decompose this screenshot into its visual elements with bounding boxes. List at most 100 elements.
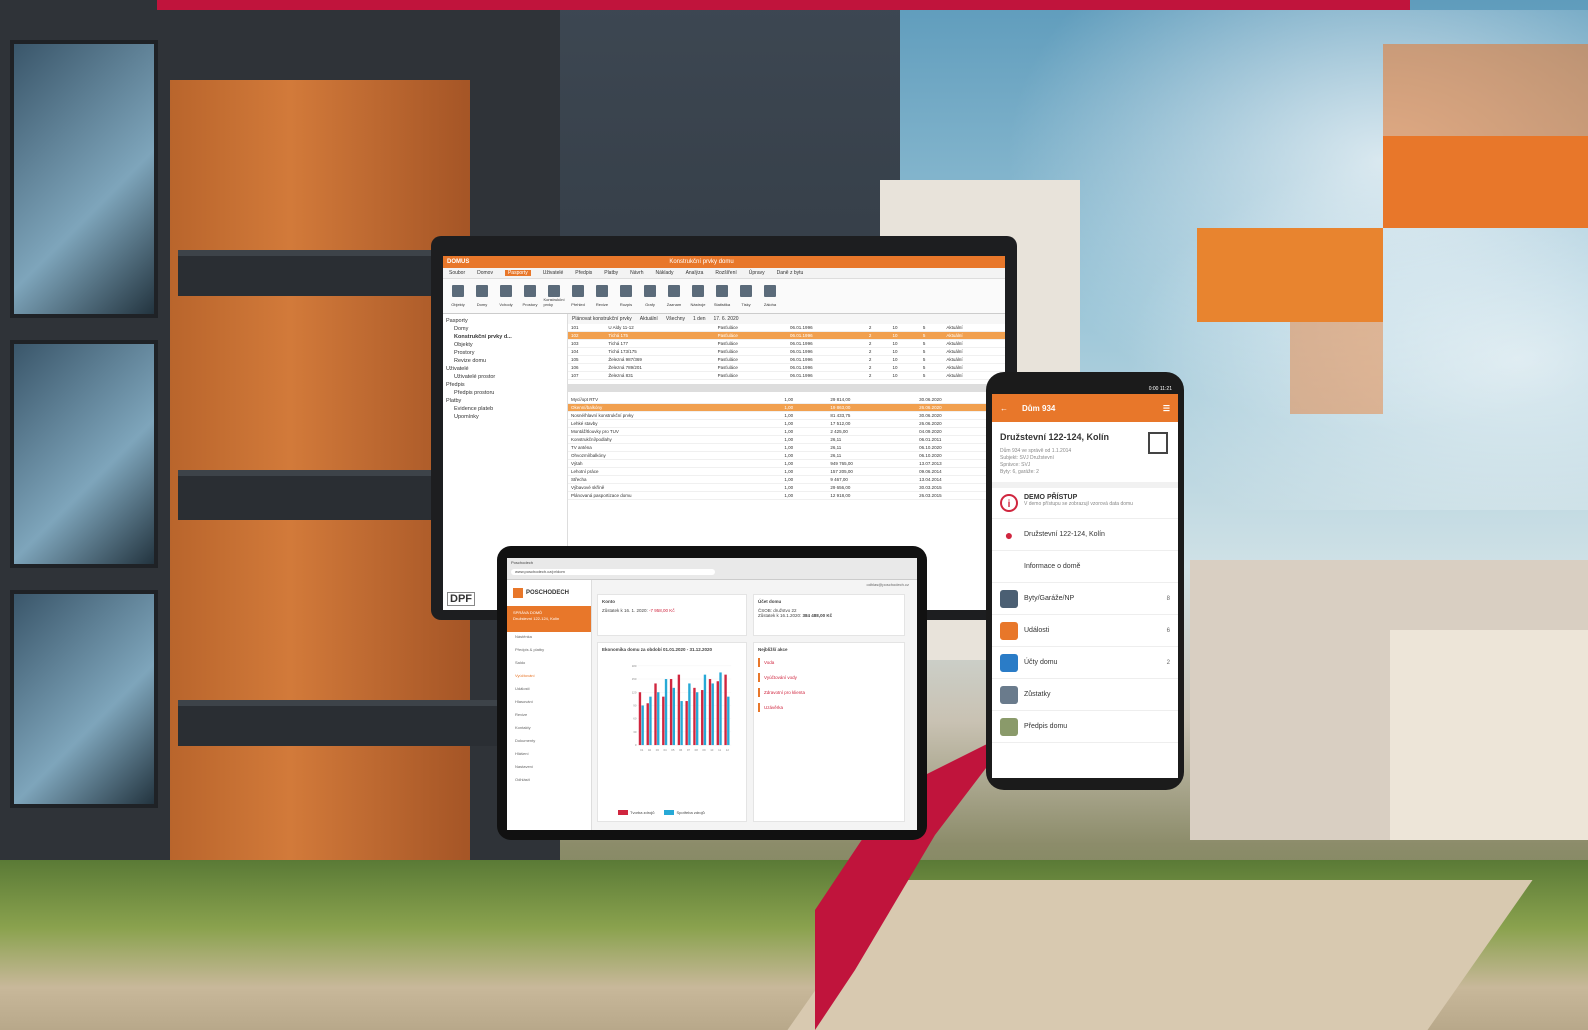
table-row[interactable]: 101 U Aldy 11-12 Pasťuláce 06.01.1996 2 10 5 Ak…: [568, 324, 1005, 332]
location-row[interactable]: ● Družstevní 122-124, Kolín: [992, 519, 1178, 551]
sidebar-item[interactable]: Prostory: [446, 349, 564, 357]
menu-item[interactable]: Pasporty: [504, 270, 531, 276]
bar[interactable]: [669, 679, 673, 746]
bar[interactable]: [685, 701, 688, 746]
table-row[interactable]: Nosné/hlavní konstrukční prvky 1,00 81 433…: [568, 411, 1005, 420]
table-row[interactable]: Montáž/tlouvky pro TUV 1,00 2 425,00 04.09.…: [568, 427, 1005, 436]
menu-item[interactable]: Soubor: [449, 270, 465, 276]
ribbon-button[interactable]: Zaznam: [665, 285, 683, 307]
event-item[interactable]: Voda: [758, 658, 900, 667]
nav-item[interactable]: Nastavení: [507, 762, 591, 775]
nav-item[interactable]: Saldo: [507, 658, 591, 671]
table-row[interactable]: 107 Železná 831 Pasťuláce 06.01.1996 2 10 5 Akt…: [568, 371, 1005, 380]
table-row[interactable]: 104 Tichá 173/175 Pasťuláce 06.01.1996 2 10 5 A…: [568, 347, 1005, 356]
house-menu-item[interactable]: Zůstatky: [992, 679, 1178, 711]
table-row[interactable]: 102 Tichá 175 Pasťuláce 06.01.1996 2 10 5 Aktuá…: [568, 331, 1005, 340]
nav-item[interactable]: Události: [507, 684, 591, 697]
ribbon-button[interactable]: Prostory: [521, 285, 539, 307]
house-menu-item[interactable]: Účty domu 2: [992, 647, 1178, 679]
ribbon-button[interactable]: Vchody: [497, 285, 515, 307]
table-row[interactable]: 105 Železná 987/369 Pasťuláce 06.01.1996 2 10…: [568, 355, 1005, 364]
table-row[interactable]: Střecha 1,00 9 467,00 13.04.2014: [568, 475, 1005, 484]
sidebar-item[interactable]: Pasporty: [446, 317, 564, 325]
sidebar-item[interactable]: Domy: [446, 325, 564, 333]
house-menu-item[interactable]: Události 6: [992, 615, 1178, 647]
table-row[interactable]: Mycí/opt RTV 1,00 29 814,00 30.06.2020: [568, 396, 1005, 404]
filter-option[interactable]: Aktuální: [640, 316, 658, 322]
menu-item[interactable]: Uživatelé: [543, 270, 564, 276]
nav-item[interactable]: Kontakty: [507, 723, 591, 736]
menu-item[interactable]: Daně z bytu: [777, 270, 804, 276]
menu-item[interactable]: Návrh: [630, 270, 643, 276]
event-item[interactable]: Uzávěrka: [758, 703, 900, 712]
sidebar-item[interactable]: Uživatelé: [446, 365, 564, 373]
browser-tab[interactable]: Poschodech: [511, 560, 913, 565]
ribbon-button[interactable]: Statistika: [713, 285, 731, 307]
table-row[interactable]: Ohvozmí/balkóny 1,00 26,11 06.10.2020: [568, 451, 1005, 460]
bar[interactable]: [727, 696, 730, 746]
menu-item[interactable]: Úpravy: [749, 270, 765, 276]
filter-option[interactable]: Všechny: [666, 316, 685, 322]
bar[interactable]: [719, 672, 722, 746]
bar[interactable]: [672, 687, 675, 746]
table-row[interactable]: 103 Tichá 177 Pasťuláce 06.01.1996 2 10 5 Aktuá…: [568, 339, 1005, 348]
bar[interactable]: [662, 696, 665, 746]
table-row[interactable]: Výtah 1,00 949 765,00 13.07.2013: [568, 459, 1005, 468]
menu-item[interactable]: Analýza: [686, 270, 704, 276]
nav-item[interactable]: Hlášení: [507, 749, 591, 762]
bar[interactable]: [677, 674, 681, 746]
ribbon-button[interactable]: Záloha: [761, 285, 779, 307]
bar[interactable]: [688, 683, 691, 746]
sidebar-item[interactable]: Konstrukční prvky d...: [446, 333, 564, 341]
menu-item[interactable]: Předpis: [575, 270, 592, 276]
nav-item[interactable]: Revize: [507, 710, 591, 723]
ribbon-button[interactable]: Přehled: [569, 285, 587, 307]
bar[interactable]: [695, 692, 699, 746]
address-bar[interactable]: www.poschodech.cz/pr/dom: [511, 569, 715, 575]
house-menu-item[interactable]: Předpis domu: [992, 711, 1178, 743]
filter-option[interactable]: 1 den: [693, 316, 706, 322]
table-row[interactable]: Okenní/balkóny 1,00 19 863,00 26.06.2020: [568, 403, 1005, 412]
ribbon-button[interactable]: Objekty: [449, 285, 467, 307]
table-row[interactable]: Lehké stavby 1,00 17 512,00 26.06.2020: [568, 419, 1005, 428]
table-row[interactable]: Lehotní práce 1,00 157 205,00 09.06.2014: [568, 467, 1005, 476]
event-item[interactable]: Zdravotní pro klienta: [758, 688, 900, 697]
table-row[interactable]: Plánovaná pasportizace domu 1,00 12 918,00…: [568, 491, 1005, 500]
table-row[interactable]: Výbavové skříně 1,00 29 656,00 30.03.2015: [568, 483, 1005, 492]
table-row[interactable]: Konstrukční/podlahy 1,00 26,11 06.01.2011: [568, 435, 1005, 444]
nav-item[interactable]: Dokumenty: [507, 736, 591, 749]
ribbon-button[interactable]: Nástroje: [689, 285, 707, 307]
event-item[interactable]: Vyúčtování vody: [758, 673, 900, 682]
menu-item[interactable]: Náklady: [655, 270, 673, 276]
sidebar-item[interactable]: Objekty: [446, 341, 564, 349]
sidebar-item[interactable]: Platby: [446, 397, 564, 405]
bar[interactable]: [649, 696, 652, 746]
ribbon-button[interactable]: Konstrukční prvky: [543, 285, 565, 307]
ribbon-button[interactable]: Grafy: [641, 285, 659, 307]
bar[interactable]: [680, 701, 683, 746]
bar[interactable]: [724, 674, 727, 746]
bar[interactable]: [638, 692, 642, 746]
bar[interactable]: [641, 705, 644, 746]
bar[interactable]: [708, 679, 712, 746]
user-email[interactable]: odhlas@poschodech.cz: [866, 582, 909, 587]
nav-item[interactable]: Hlasování: [507, 697, 591, 710]
ribbon-button[interactable]: Rozpis: [617, 285, 635, 307]
house-menu-item[interactable]: Byty/Garáže/NP 8: [992, 583, 1178, 615]
bar[interactable]: [664, 679, 668, 746]
sidebar-item[interactable]: Předpis prostoru: [446, 389, 564, 397]
house-info-link[interactable]: Informace o domě: [992, 551, 1178, 583]
nav-item[interactable]: Odhlásit: [507, 775, 591, 788]
bar[interactable]: [703, 674, 707, 746]
bar[interactable]: [701, 690, 704, 746]
sidebar-item[interactable]: Upomínky: [446, 413, 564, 421]
menu-item[interactable]: Domov: [477, 270, 493, 276]
bar[interactable]: [716, 681, 719, 746]
nav-item[interactable]: Předpis & platby: [507, 645, 591, 658]
filter-option[interactable]: 17. 6. 2020: [714, 316, 739, 322]
menu-item[interactable]: Rozšíření: [715, 270, 736, 276]
back-arrow-icon[interactable]: ←: [1000, 404, 1008, 413]
sidebar-item[interactable]: Evidence plateb: [446, 405, 564, 413]
table-row[interactable]: 106 Železná 789/201 Pasťuláce 06.01.1996 2 10…: [568, 363, 1005, 372]
bar[interactable]: [646, 703, 649, 746]
